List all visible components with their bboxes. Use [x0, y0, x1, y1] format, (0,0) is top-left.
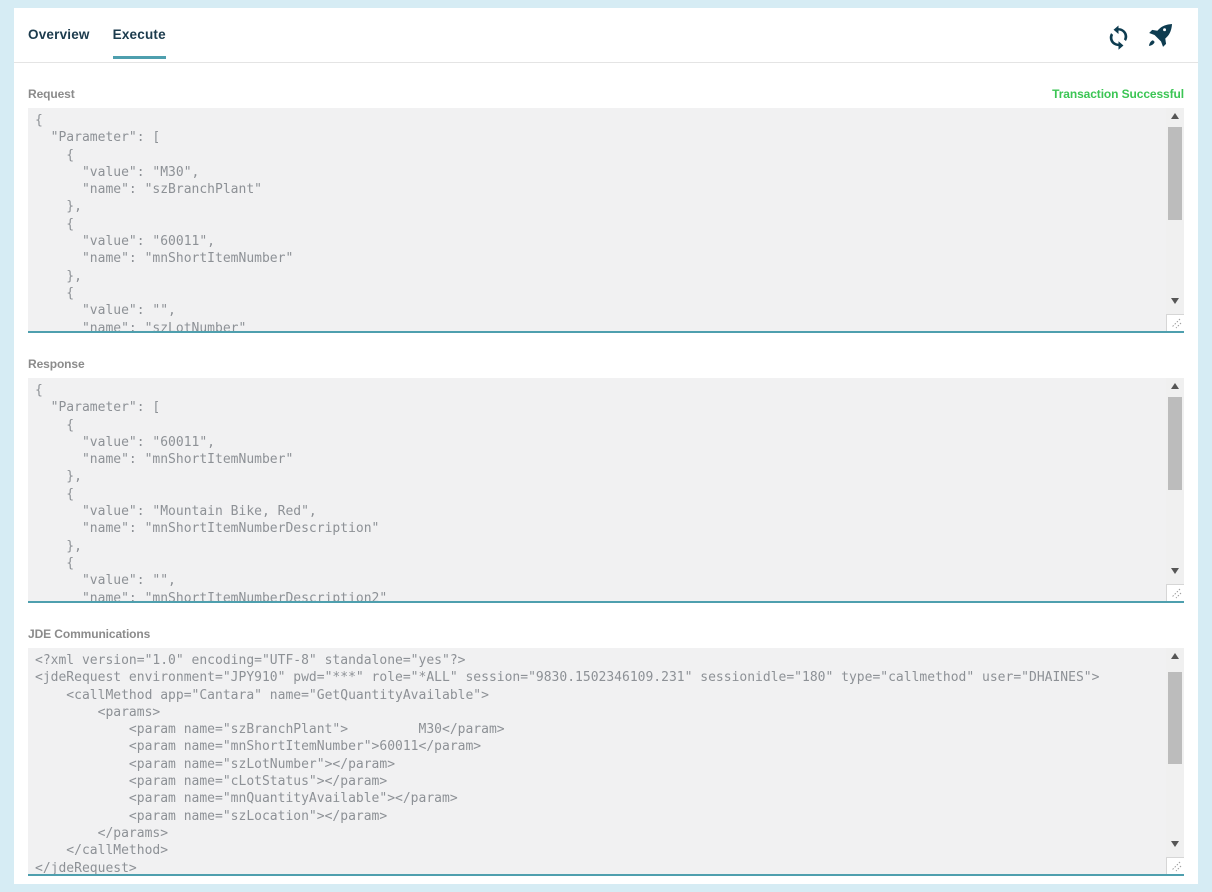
- jde-code-text: <?xml version="1.0" encoding="UTF-8" sta…: [28, 648, 1165, 874]
- execute-launch-button[interactable]: [1146, 22, 1174, 50]
- scroll-down-arrow-icon[interactable]: [1166, 836, 1184, 852]
- transaction-status-badge: Transaction Successful: [1052, 87, 1184, 101]
- rocket-icon: [1146, 22, 1174, 50]
- request-scrollbar[interactable]: [1166, 108, 1184, 331]
- scroll-up-arrow-icon[interactable]: [1166, 648, 1184, 664]
- tab-overview[interactable]: Overview: [28, 27, 90, 56]
- jde-scrollbar[interactable]: [1166, 648, 1184, 874]
- resize-grip-icon[interactable]: [1166, 314, 1184, 331]
- scroll-up-arrow-icon[interactable]: [1166, 108, 1184, 124]
- response-code-area[interactable]: { "Parameter": [ { "value": "60011", "na…: [28, 378, 1184, 603]
- tab-bar: Overview Execute: [14, 8, 1198, 63]
- request-code-text: { "Parameter": [ { "value": "M30", "name…: [28, 108, 1165, 331]
- scroll-up-arrow-icon[interactable]: [1166, 378, 1184, 394]
- tab-execute[interactable]: Execute: [113, 27, 166, 56]
- resize-grip-icon[interactable]: [1166, 584, 1184, 601]
- refresh-button[interactable]: [1104, 22, 1132, 50]
- scrollbar-thumb[interactable]: [1168, 397, 1182, 490]
- main-card: Overview Execute: [14, 8, 1198, 884]
- toolbar: [1104, 22, 1174, 50]
- response-scrollbar[interactable]: [1166, 378, 1184, 601]
- response-code-text: { "Parameter": [ { "value": "60011", "na…: [28, 378, 1165, 601]
- request-code-area[interactable]: { "Parameter": [ { "value": "M30", "name…: [28, 108, 1184, 333]
- execute-panel: Request Transaction Successful { "Parame…: [14, 87, 1198, 876]
- request-label: Request: [28, 87, 75, 101]
- scrollbar-thumb[interactable]: [1168, 127, 1182, 220]
- scroll-down-arrow-icon[interactable]: [1166, 563, 1184, 579]
- scrollbar-thumb[interactable]: [1168, 672, 1182, 764]
- response-label: Response: [28, 357, 85, 371]
- refresh-icon: [1105, 23, 1132, 50]
- resize-grip-icon[interactable]: [1166, 857, 1184, 874]
- scroll-down-arrow-icon[interactable]: [1166, 293, 1184, 309]
- jde-communications-code-area[interactable]: <?xml version="1.0" encoding="UTF-8" sta…: [28, 648, 1184, 876]
- jde-communications-label: JDE Communications: [28, 627, 150, 641]
